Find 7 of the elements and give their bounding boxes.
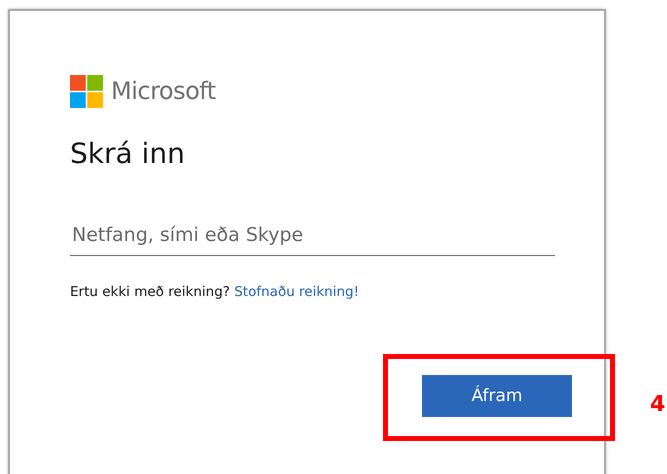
page-title: Skrá inn bbox=[70, 137, 186, 171]
signup-prompt: Ertu ekki með reikning? bbox=[70, 284, 230, 300]
logo-icon bbox=[70, 74, 103, 108]
step-number: 4 bbox=[650, 394, 666, 416]
signup-link[interactable]: Stofnaðu reikning! bbox=[234, 284, 360, 300]
next-button[interactable]: Áfram bbox=[422, 375, 572, 418]
brand-name: Microsoft bbox=[111, 76, 216, 107]
